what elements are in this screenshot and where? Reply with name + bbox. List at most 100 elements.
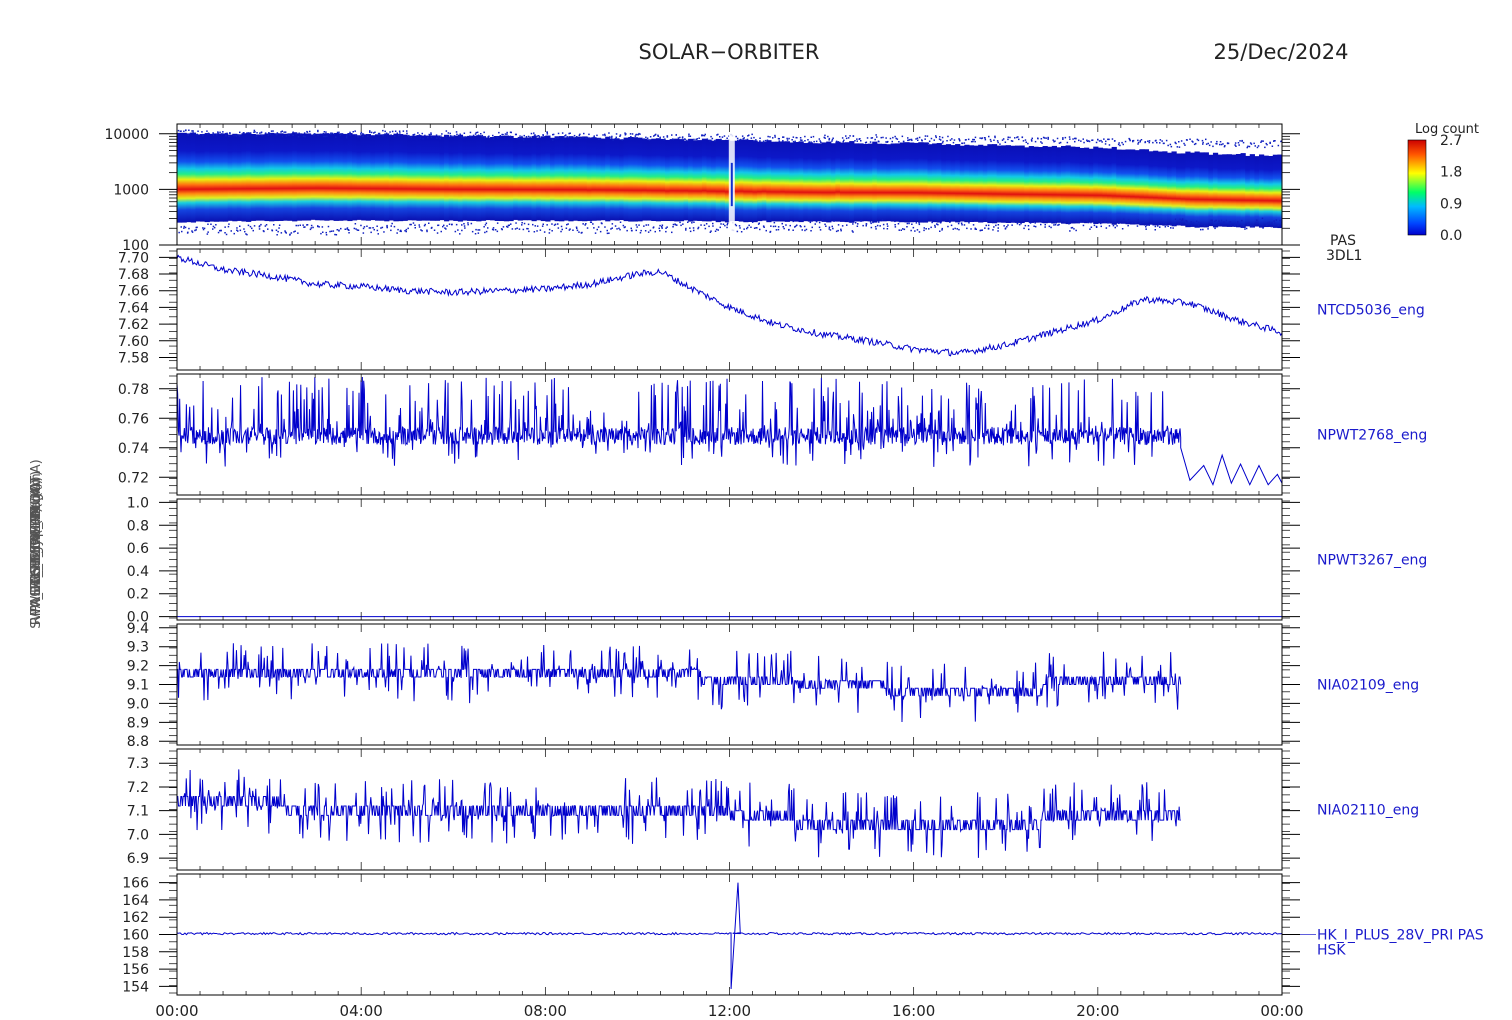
spectrogram-speckle bbox=[897, 223, 900, 225]
y-tick-label: 7.66 bbox=[118, 284, 149, 300]
spectrogram-speckle bbox=[548, 232, 551, 234]
spectrogram-speckle bbox=[421, 132, 423, 135]
spectrogram-speckle bbox=[534, 225, 536, 227]
spectrogram-column bbox=[315, 133, 321, 221]
spectrogram-speckle bbox=[908, 222, 910, 225]
spectrogram-speckle bbox=[1156, 141, 1158, 144]
spectrogram-speckle bbox=[643, 138, 645, 141]
panel-3: 0.78 0.76 0.74 0.72 NPWT2768_eng bbox=[118, 373, 1427, 496]
spectrogram-column bbox=[945, 144, 952, 223]
spectrogram-speckle bbox=[212, 133, 214, 135]
spectrogram-speckle bbox=[1277, 144, 1280, 147]
spectrogram-speckle bbox=[933, 139, 935, 141]
spectrogram-speckle bbox=[643, 225, 645, 227]
spectrogram-speckle bbox=[661, 224, 664, 226]
spectrogram-speckle bbox=[1024, 224, 1027, 227]
spectrogram-speckle bbox=[1238, 144, 1240, 146]
spectrogram-column bbox=[1024, 147, 1030, 223]
spectrogram-speckle bbox=[247, 224, 250, 227]
spectrogram-speckle bbox=[810, 141, 812, 143]
spectrogram-speckle bbox=[533, 132, 535, 134]
spectrogram-speckle bbox=[753, 227, 756, 229]
spectrogram-speckle bbox=[772, 137, 774, 139]
spectrogram-speckle bbox=[1083, 141, 1085, 144]
spectrogram-speckle bbox=[1154, 229, 1156, 231]
spectrogram-speckle bbox=[347, 229, 349, 231]
spectrogram-speckle bbox=[616, 228, 618, 230]
spectrogram-speckle bbox=[593, 227, 595, 229]
spectrogram-speckle bbox=[675, 134, 677, 136]
spectrogram-speckle bbox=[1274, 140, 1276, 142]
spectrogram-speckle bbox=[1207, 228, 1209, 230]
spectrogram-speckle bbox=[309, 130, 311, 133]
spectrogram-speckle bbox=[703, 224, 706, 226]
spectrogram-speckle bbox=[536, 225, 539, 227]
spectrogram-column bbox=[987, 144, 993, 224]
spectrogram-speckle bbox=[819, 229, 822, 231]
spectrogram-column bbox=[393, 133, 399, 222]
spectrogram-speckle bbox=[630, 227, 632, 230]
y-tick-label: 7.62 bbox=[118, 317, 149, 333]
spectrogram-speckle bbox=[832, 137, 834, 139]
spectrogram-column bbox=[605, 136, 611, 222]
spectrogram-column bbox=[941, 144, 947, 222]
spectrogram-speckle bbox=[1089, 228, 1091, 230]
spectrogram-speckle bbox=[714, 230, 717, 232]
spectrogram-column bbox=[816, 143, 823, 222]
spectrogram-speckle bbox=[496, 230, 499, 233]
y-tick-label: 7.68 bbox=[118, 267, 149, 283]
spectrogram-speckle bbox=[310, 224, 313, 227]
spectrogram-speckle bbox=[1147, 140, 1149, 142]
spectrogram-speckle bbox=[704, 133, 706, 136]
spectrogram-speckle bbox=[455, 131, 458, 133]
spectrogram-speckle bbox=[1086, 140, 1089, 142]
spectrogram-speckle bbox=[474, 133, 477, 135]
spectrogram-speckle bbox=[774, 134, 776, 137]
spectrogram-speckle bbox=[941, 142, 944, 144]
stacked-ylabels: PAS Energy (eV)SWA_EAS Temp (DegC)RPW TD… bbox=[29, 459, 44, 629]
spectrogram-speckle bbox=[688, 133, 690, 135]
spectrogram-column bbox=[674, 138, 680, 222]
spectrogram-speckle bbox=[455, 223, 458, 226]
spectrogram-speckle bbox=[1254, 145, 1256, 147]
spectrogram-speckle bbox=[322, 231, 324, 233]
spectrogram-speckle bbox=[446, 225, 448, 227]
spectrogram-speckle bbox=[1195, 142, 1197, 145]
spectrogram-column bbox=[508, 135, 514, 222]
spectrogram-speckle bbox=[369, 131, 371, 133]
spectrogram-column bbox=[872, 141, 878, 223]
spectrogram-speckle bbox=[289, 233, 291, 236]
spectrogram-column bbox=[853, 143, 860, 222]
spectrogram-speckle bbox=[1045, 137, 1047, 139]
spectrogram-column bbox=[775, 141, 781, 222]
spectrogram-column bbox=[964, 144, 970, 223]
spectrogram-speckle bbox=[333, 133, 336, 135]
spectrogram-speckle bbox=[1057, 224, 1059, 226]
spectrogram-speckle bbox=[557, 223, 559, 225]
spectrogram-speckle bbox=[1183, 142, 1185, 145]
spectrogram-column bbox=[1226, 154, 1232, 227]
spectrogram-speckle bbox=[295, 224, 297, 227]
spectrogram-speckle bbox=[263, 230, 265, 233]
spectrogram-speckle bbox=[226, 132, 228, 135]
spectrogram-speckle bbox=[310, 227, 313, 229]
spectrogram-speckle bbox=[769, 136, 771, 138]
spectrogram-speckle bbox=[653, 135, 655, 137]
spectrogram-speckle bbox=[629, 133, 632, 135]
spectrogram-speckle bbox=[522, 138, 525, 141]
spectrogram-column bbox=[1263, 155, 1269, 228]
spectrogram-speckle bbox=[382, 134, 385, 136]
spectrogram-speckle bbox=[191, 231, 194, 233]
spectrogram-speckle bbox=[923, 229, 925, 232]
spectrogram-speckle bbox=[243, 132, 245, 134]
spectrogram-speckle bbox=[939, 222, 942, 224]
spectrogram-speckle bbox=[773, 221, 776, 224]
spectrogram-speckle bbox=[739, 227, 741, 229]
spectrogram-speckle bbox=[519, 135, 521, 137]
spectrogram-speckle bbox=[804, 140, 806, 142]
spectrogram-speckle bbox=[819, 140, 821, 142]
spectrogram-column bbox=[982, 145, 988, 223]
spectrogram-speckle bbox=[398, 130, 401, 132]
spectrogram-speckle bbox=[657, 134, 659, 137]
spectrogram-speckle bbox=[1010, 140, 1013, 142]
